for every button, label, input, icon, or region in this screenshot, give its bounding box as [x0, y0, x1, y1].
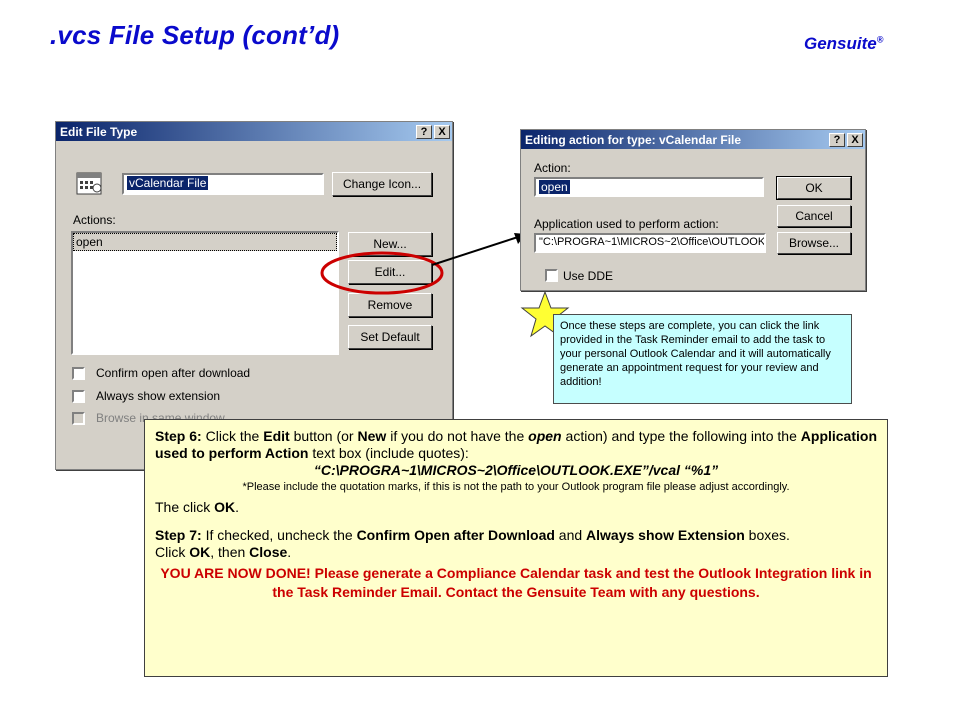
step7-label: Step 7:: [155, 527, 202, 543]
actions-list[interactable]: open: [71, 231, 339, 355]
close-button[interactable]: X: [434, 124, 450, 139]
always-show-label: Always show extension: [96, 389, 221, 403]
actions-label: Actions:: [73, 213, 116, 227]
use-dde-checkbox[interactable]: [545, 269, 558, 282]
action-field[interactable]: open: [534, 177, 764, 197]
instructions-panel: Step 6: Click the Edit button (or New if…: [144, 419, 888, 677]
done-message: YOU ARE NOW DONE! Please generate a Comp…: [160, 565, 872, 600]
edit-file-type-titlebar: Edit File Type ? X: [56, 122, 452, 141]
slide-title: .vcs File Setup (cont’d): [50, 20, 340, 50]
close-button[interactable]: X: [847, 132, 863, 147]
ok-button[interactable]: OK: [776, 176, 852, 200]
confirm-open-label: Confirm open after download: [96, 366, 251, 380]
step6-new: New: [357, 428, 387, 444]
calendar-icon: [76, 172, 102, 195]
browse-same-window-checkbox: [72, 412, 85, 425]
dialog-title: Editing action for type: vCalendar File: [525, 132, 742, 147]
change-icon-button[interactable]: Change Icon...: [332, 172, 432, 196]
highlight-circle: [320, 251, 444, 295]
step6-text-e: text box (include quotes):: [308, 445, 469, 461]
application-label: Application used to perform action:: [534, 217, 719, 231]
step7-text-a: If checked, uncheck the: [201, 527, 357, 543]
step6-text: Step 6: Click the Edit button (or New if…: [155, 428, 877, 462]
step6-edit: Edit: [263, 428, 290, 444]
then-click-ok: The click OK.: [155, 499, 877, 516]
confirm-open-checkbox[interactable]: [72, 367, 85, 380]
dialog-title: Edit File Type: [60, 124, 138, 139]
click-ok: OK: [189, 544, 211, 560]
set-default-button[interactable]: Set Default: [348, 325, 432, 349]
click-text-a: Click: [155, 544, 190, 560]
step6-text-d: action) and type the following into the: [561, 428, 801, 444]
registered-mark: ®: [876, 34, 884, 45]
step6-text-c: if you do not have the: [386, 428, 529, 444]
editing-action-dialog: Editing action for type: vCalendar File …: [520, 129, 866, 291]
application-field[interactable]: "C:\PROGRA~1\MICROS~2\Office\OUTLOOK.: [534, 233, 766, 253]
then-text-a: The click: [155, 499, 215, 515]
then-ok: OK: [214, 499, 236, 515]
step7-confirm: Confirm Open after Download: [356, 527, 555, 543]
help-button[interactable]: ?: [829, 132, 845, 147]
step7-always: Always show Extension: [586, 527, 745, 543]
then-text-b: .: [235, 499, 240, 515]
step6-text-b: button (or: [289, 428, 358, 444]
always-show-checkbox[interactable]: [72, 390, 85, 403]
step6-open: open: [528, 428, 562, 444]
file-type-name-field[interactable]: vCalendar File: [122, 173, 324, 195]
click-ok-close: Click OK, then Close.: [155, 544, 877, 561]
editing-action-titlebar: Editing action for type: vCalendar File …: [521, 130, 865, 149]
completion-note: Once these steps are complete, you can c…: [553, 314, 852, 404]
brand-logo: Gensuite®: [804, 34, 883, 54]
step7-text-c: boxes.: [744, 527, 790, 543]
click-text-c: .: [287, 544, 292, 560]
quote-note: *Please include the quotation marks, if …: [242, 481, 790, 493]
action-label: Action:: [534, 161, 571, 175]
step6-text-a: Click the: [201, 428, 264, 444]
list-item-open[interactable]: open: [73, 233, 337, 251]
click-close: Close: [249, 544, 288, 560]
step7-text-b: and: [554, 527, 587, 543]
step7-text: Step 7: If checked, uncheck the Confirm …: [155, 527, 877, 544]
help-button[interactable]: ?: [416, 124, 432, 139]
outlook-path: “C:\PROGRA~1\MICROS~2\Office\OUTLOOK.EXE…: [313, 462, 719, 478]
brand-name: Gensuite: [804, 34, 877, 53]
click-text-b: , then: [210, 544, 250, 560]
step6-label: Step 6:: [155, 428, 202, 444]
pointer-arrow: [431, 233, 526, 266]
cancel-button[interactable]: Cancel: [777, 205, 851, 227]
use-dde-label: Use DDE: [563, 269, 614, 283]
browse-button[interactable]: Browse...: [777, 232, 851, 254]
